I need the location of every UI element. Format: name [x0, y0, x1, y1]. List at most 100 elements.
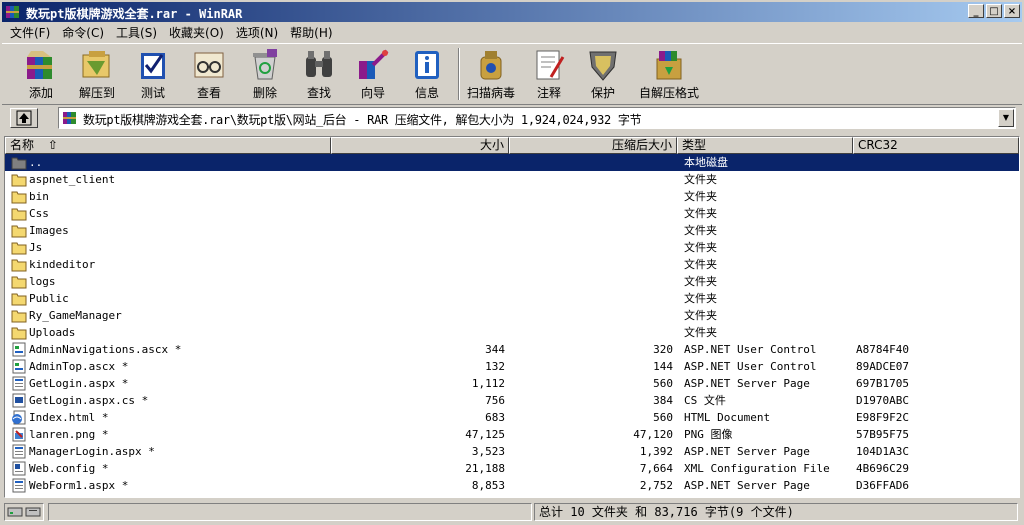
add-books-icon [27, 51, 52, 79]
title-bar[interactable]: 数玩pt版棋牌游戏全套.rar - WinRAR _ □ × [2, 2, 1022, 22]
aspx-file-icon [11, 444, 27, 459]
folder-row[interactable]: bin 文件夹 [5, 188, 1019, 205]
folder-row[interactable]: Css 文件夹 [5, 205, 1019, 222]
info-icon [415, 51, 439, 79]
file-packed-size: 384 [653, 394, 673, 407]
file-crc: 57B95F75 [856, 428, 909, 441]
delete-recycle-icon [253, 49, 277, 80]
folder-row[interactable]: Public 文件夹 [5, 290, 1019, 307]
folder-icon [11, 172, 27, 187]
folder-row[interactable]: Js 文件夹 [5, 239, 1019, 256]
file-type: ASP.NET Server Page [684, 479, 810, 492]
close-button[interactable]: × [1004, 4, 1020, 18]
menu-help[interactable]: 帮助(H) [284, 24, 338, 41]
file-size: 344 [485, 343, 505, 356]
file-list[interactable]: 名称 ⇧ 大小 压缩后大小 类型 CRC32 .. 本地磁盘 aspnet_clie… [4, 136, 1020, 498]
view-button[interactable]: 查看 [184, 47, 234, 103]
file-type: 文件夹 [684, 241, 717, 254]
toolbar-separator [458, 48, 460, 100]
column-name[interactable]: 名称 ⇧ [5, 137, 331, 154]
folder-row[interactable]: logs 文件夹 [5, 273, 1019, 290]
drive-icon [7, 507, 41, 517]
folder-row[interactable]: kindeditor 文件夹 [5, 256, 1019, 273]
archive-icon [63, 112, 76, 124]
toolbar: 添加 解压到 测试 查看 删除 查找 向导 信息 扫描病毒 注释 保护 自解压格… [2, 43, 1022, 105]
file-name: GetLogin.aspx * [29, 377, 129, 390]
file-row[interactable]: WebForm1.aspx * 8,853 2,752 ASP.NET Server … [5, 477, 1019, 494]
menu-file[interactable]: 文件(F) [2, 24, 56, 41]
file-row[interactable]: GetLogin.aspx.cs * 756 384 CS 文件 D1970ABC [5, 392, 1019, 409]
virus-scan-button[interactable]: 扫描病毒 [466, 47, 516, 103]
menu-commands[interactable]: 命令(C) [56, 24, 110, 41]
test-button[interactable]: 测试 [128, 47, 178, 103]
wizard-icon [359, 49, 389, 79]
file-row[interactable]: AdminNavigations.ascx * 344 320 ASP.NET Use… [5, 341, 1019, 358]
info-button[interactable]: 信息 [402, 47, 452, 103]
ascx-file-icon [11, 359, 27, 374]
file-name: Public [29, 292, 69, 305]
file-row[interactable]: GetLogin.aspx * 1,112 560 ASP.NET Server Pa… [5, 375, 1019, 392]
drive-indicator[interactable] [4, 503, 44, 521]
aspx-file-icon [11, 376, 27, 391]
file-row[interactable]: Web.config * 21,188 7,664 XML Configuration… [5, 460, 1019, 477]
column-packed[interactable]: 压缩后大小 [509, 137, 677, 154]
column-type[interactable]: 类型 [677, 137, 853, 154]
file-type: 文件夹 [684, 326, 717, 339]
folder-icon [11, 274, 27, 289]
file-packed-size: 7,664 [639, 462, 673, 475]
find-button[interactable]: 查找 [294, 47, 344, 103]
folder-row[interactable]: Uploads 文件夹 [5, 324, 1019, 341]
menu-options[interactable]: 选项(N) [230, 24, 284, 41]
protect-button[interactable]: 保护 [578, 47, 628, 103]
ascx-file-icon [11, 342, 27, 357]
file-type: 文件夹 [684, 292, 717, 305]
file-name: Index.html * [29, 411, 109, 424]
file-name: AdminTop.ascx * [29, 360, 129, 373]
delete-button[interactable]: 删除 [240, 47, 290, 103]
folder-row[interactable]: Images 文件夹 [5, 222, 1019, 239]
file-type: XML Configuration File [684, 462, 830, 475]
file-packed-size: 2,752 [639, 479, 673, 492]
extract-to-button[interactable]: 解压到 [72, 47, 122, 103]
comment-button[interactable]: 注释 [524, 47, 574, 103]
up-arrow-icon [16, 110, 32, 126]
sfx-button[interactable]: 自解压格式 [634, 47, 704, 103]
column-header: 名称 ⇧ 大小 压缩后大小 类型 CRC32 [5, 137, 1019, 154]
column-crc[interactable]: CRC32 [853, 137, 1019, 154]
folder-row[interactable]: Ry_GameManager 文件夹 [5, 307, 1019, 324]
sort-ascending-icon: ⇧ [47, 138, 58, 152]
menu-bar: 文件(F) 命令(C) 工具(S) 收藏夹(O) 选项(N) 帮助(H) [2, 22, 1022, 42]
file-name: GetLogin.aspx.cs * [29, 394, 149, 407]
folder-icon [11, 308, 27, 323]
file-type: 文件夹 [684, 275, 717, 288]
menu-tools[interactable]: 工具(S) [110, 24, 163, 41]
folder-row[interactable]: aspnet_client 文件夹 [5, 171, 1019, 188]
menu-favorites[interactable]: 收藏夹(O) [163, 24, 230, 41]
address-dropdown-button[interactable]: ▼ [998, 109, 1014, 127]
column-size[interactable]: 大小 [331, 137, 509, 154]
minimize-button[interactable]: _ [968, 4, 984, 18]
file-row[interactable]: ManagerLogin.aspx * 3,523 1,392 ASP.NET Ser… [5, 443, 1019, 460]
file-type: ASP.NET Server Page [684, 445, 810, 458]
up-one-level-button[interactable] [10, 108, 38, 128]
aspx-file-icon [11, 478, 27, 493]
file-row[interactable]: Index.html * 683 560 HTML Document E98F9F2C [5, 409, 1019, 426]
address-field[interactable]: 数玩pt版棋牌游戏全套.rar\数玩pt版\网站_后台 - RAR 压缩文件, … [58, 107, 1016, 129]
file-type: 本地磁盘 [684, 156, 728, 169]
wizard-button[interactable]: 向导 [348, 47, 398, 103]
file-name: ManagerLogin.aspx * [29, 445, 155, 458]
extract-folder-icon [82, 51, 110, 78]
address-bar: 数玩pt版棋牌游戏全套.rar\数玩pt版\网站_后台 - RAR 压缩文件, … [2, 106, 1022, 132]
file-packed-size: 1,392 [639, 445, 673, 458]
maximize-button[interactable]: □ [986, 4, 1002, 18]
parent-folder-row[interactable]: .. 本地磁盘 [5, 154, 1019, 171]
file-name: AdminNavigations.ascx * [29, 343, 182, 356]
add-button[interactable]: 添加 [16, 47, 66, 103]
file-crc: A8784F40 [856, 343, 909, 356]
file-row[interactable]: AdminTop.ascx * 132 144 ASP.NET User Contro… [5, 358, 1019, 375]
file-type: 文件夹 [684, 190, 717, 203]
html-file-icon [11, 410, 27, 425]
file-packed-size: 320 [653, 343, 673, 356]
file-row[interactable]: lanren.png * 47,125 47,120 PNG 图像 57B95F75 [5, 426, 1019, 443]
sfx-box-icon [656, 51, 682, 80]
